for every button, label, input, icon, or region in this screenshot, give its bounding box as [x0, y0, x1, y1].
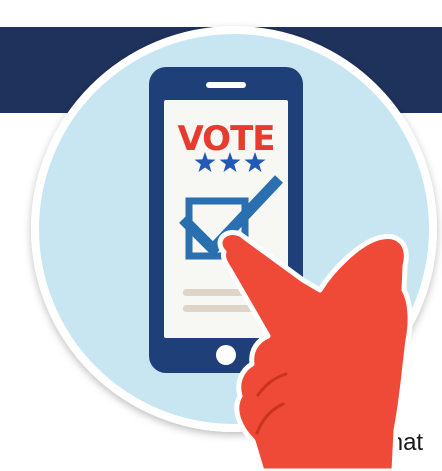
vote-label: VOTE	[177, 119, 274, 159]
vote-illustration: VOTE	[31, 26, 437, 471]
